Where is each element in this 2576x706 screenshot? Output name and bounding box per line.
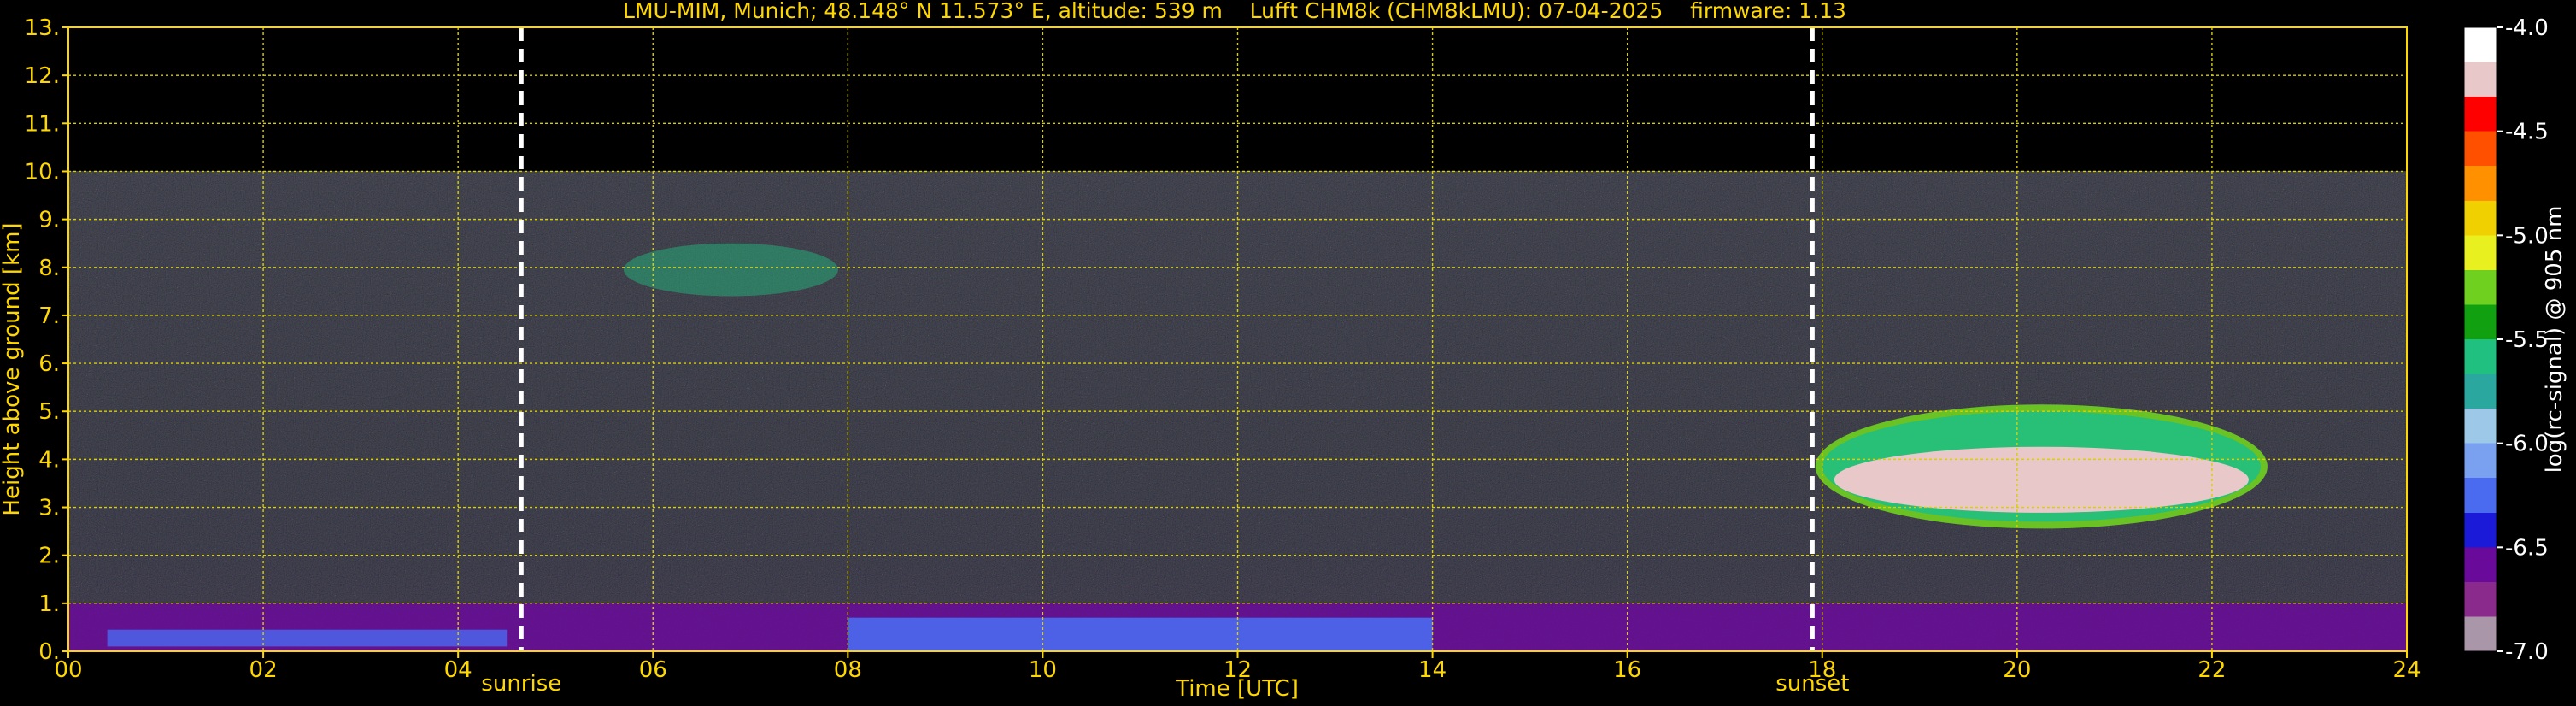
sunrise-label: sunrise: [481, 671, 561, 697]
y-tick-label: 6.: [38, 351, 60, 377]
x-tick-label: 04: [444, 657, 472, 683]
x-tick-label: 24: [2392, 657, 2421, 683]
feature-cirrus: [624, 243, 838, 297]
y-tick-label: 8.: [38, 256, 60, 281]
x-tick-label: 18: [1808, 657, 1836, 683]
y-tick-label: 2.: [38, 544, 60, 569]
x-tick-label: 16: [1613, 657, 1641, 683]
chart-title: LMU-MIM, Munich; 48.148° N 11.573° E, al…: [623, 0, 1846, 23]
x-tick-label: 02: [249, 657, 278, 683]
ceilometer-chart: sunrise sunset 00 02 04 06 08 10 12 14 16 18 20 22 24…: [0, 0, 2567, 702]
y-tick-label: 5.: [38, 399, 60, 425]
feature-cloud: [1834, 446, 2249, 513]
colorbar-scale: [2463, 26, 2497, 652]
x-tick-label: 22: [2198, 657, 2226, 683]
colorbar-label: log(rc-signal) @ 905 nm: [2542, 206, 2567, 474]
feature-boundary-layer-core: [848, 617, 1433, 651]
x-tick-label: 06: [639, 657, 667, 683]
y-axis-label: Height above ground [km]: [0, 222, 25, 515]
y-tick-label: 10.: [25, 159, 60, 185]
y-tick-label: 7.: [38, 303, 60, 329]
colorbar-tick-label: -6.5: [2505, 535, 2549, 561]
x-tick-label: 10: [1029, 657, 1057, 683]
colorbar-tick-label: -7.0: [2505, 639, 2549, 665]
feature-boundary-layer-low: [107, 629, 508, 647]
y-tick-label: 4.: [38, 447, 60, 473]
y-tick-label: 0.: [38, 639, 60, 665]
y-tick-label: 12.: [25, 63, 60, 89]
y-tick-label: 1.: [38, 591, 60, 617]
x-axis-label: Time [UTC]: [1175, 676, 1299, 702]
x-tick-label: 20: [2003, 657, 2031, 683]
y-tick-label: 11.: [25, 111, 60, 137]
y-tick-label: 9.: [38, 208, 60, 233]
colorbar: -4.0-4.5-5.0-5.5-6.0-6.5-7.0: [2463, 15, 2549, 665]
colorbar-tick-label: -4.5: [2505, 120, 2549, 145]
y-tick-label: 3.: [38, 496, 60, 521]
x-tick-label: 14: [1418, 657, 1446, 683]
colorbar-tick-label: -4.0: [2505, 15, 2549, 41]
x-tick-label: 08: [834, 657, 862, 683]
y-tick-label: 13.: [25, 15, 60, 41]
